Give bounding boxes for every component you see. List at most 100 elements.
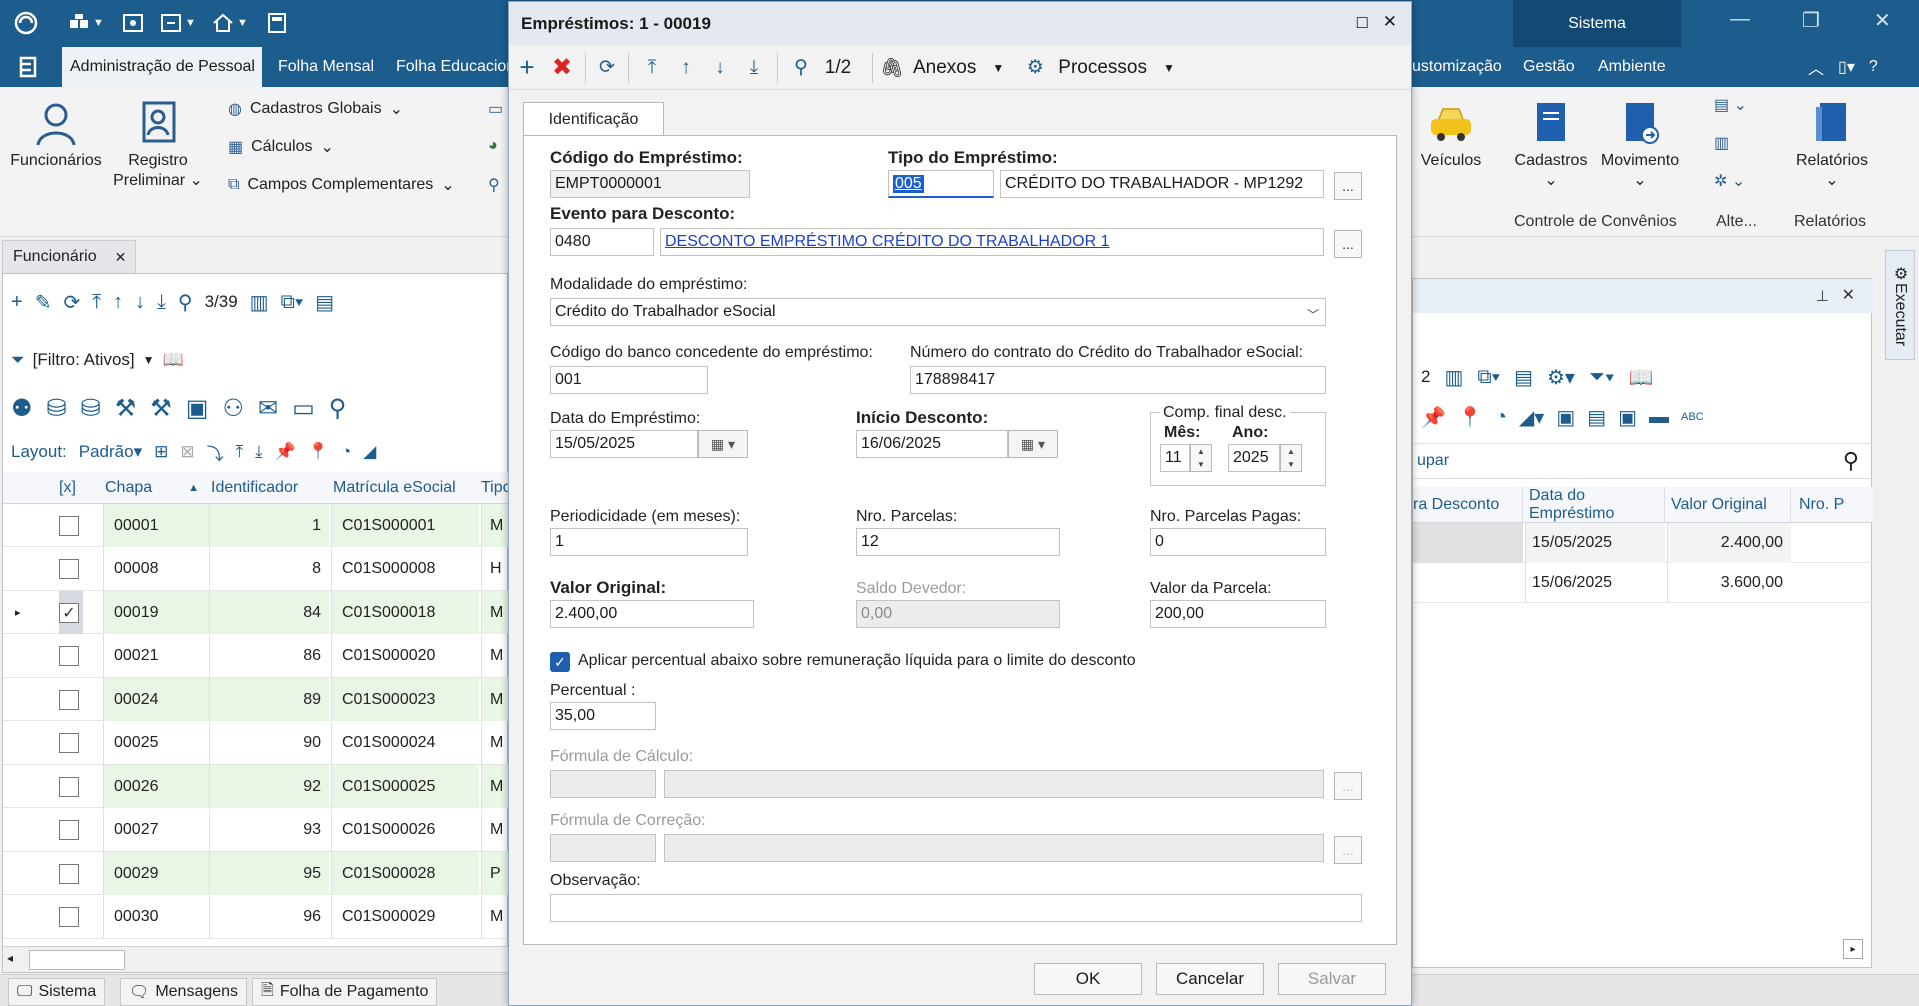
- checkbox[interactable]: [59, 515, 79, 536]
- observacao-field[interactable]: [550, 894, 1362, 922]
- gear-icon[interactable]: ⚙▾: [1547, 365, 1575, 390]
- checkbox[interactable]: [59, 733, 79, 753]
- envelope-icon[interactable]: ✉: [258, 394, 278, 423]
- checkbox[interactable]: [59, 776, 79, 797]
- pin-panel-icon[interactable]: ⊥: [1816, 287, 1829, 305]
- checkbox[interactable]: [59, 559, 79, 579]
- table-row[interactable]: 00025 90 C01S000024 M: [3, 721, 509, 765]
- person-arrow-icon[interactable]: ⚲: [329, 394, 347, 423]
- close-icon[interactable]: ✕: [1874, 8, 1891, 33]
- nro-parcelas-field[interactable]: 12: [856, 528, 1060, 556]
- ano-field[interactable]: 2025: [1228, 444, 1280, 472]
- codigo-emprestimo-field[interactable]: EMPT0000001: [550, 170, 750, 198]
- tab-funcionario[interactable]: Funcionário ✕: [2, 240, 136, 273]
- checkbox[interactable]: [59, 820, 79, 840]
- header-matricula[interactable]: Matrícula eSocial: [333, 472, 456, 504]
- row-checkbox[interactable]: [59, 548, 83, 591]
- search-icon[interactable]: ⚲: [1843, 448, 1859, 474]
- layout-bottom-icon[interactable]: ▣: [1556, 405, 1575, 430]
- campos-complementares-button[interactable]: ⧉ Campos Complementares ⌄: [228, 175, 455, 195]
- home-icon[interactable]: ▼: [212, 10, 248, 36]
- evento-desconto-desc-link[interactable]: DESCONTO EMPRÉSTIMO CRÉDITO DO TRABALHAD…: [660, 228, 1324, 256]
- columns-icon[interactable]: ▥: [1444, 365, 1463, 390]
- table-row[interactable]: ▸ ✓ 00019 84 C01S000018 M: [3, 591, 509, 634]
- calculator-icon[interactable]: [266, 10, 288, 36]
- registro-preliminar-button[interactable]: Registro Preliminar ⌄: [112, 101, 204, 190]
- header-tipo[interactable]: Tipo: [481, 472, 512, 504]
- upload-icon[interactable]: ⤒: [236, 442, 244, 462]
- banco-field[interactable]: 001: [550, 366, 708, 394]
- first-record-icon[interactable]: ⤒: [635, 46, 669, 90]
- refresh-icon[interactable]: ⟳: [592, 46, 622, 90]
- funcionarios-button[interactable]: Funcionários: [10, 101, 102, 170]
- filter-icon[interactable]: ⏷: [11, 350, 25, 370]
- checkbox[interactable]: [59, 646, 79, 666]
- mes-field[interactable]: 11: [1160, 444, 1190, 472]
- export-icon[interactable]: ⧉▾: [281, 291, 304, 314]
- tools-2-icon[interactable]: ⚒: [150, 394, 172, 423]
- window-quick-icon[interactable]: ▼: [160, 10, 196, 36]
- row-checkbox[interactable]: [59, 852, 83, 895]
- export-icon[interactable]: ⧉▾: [1477, 366, 1500, 389]
- table-row[interactable]: 00030 96 C01S000029 M: [3, 895, 509, 939]
- save-button[interactable]: Salvar: [1278, 963, 1386, 995]
- first-record-icon[interactable]: ⤒: [92, 291, 101, 314]
- status-tab-folha[interactable]: 🗎 Folha de Pagamento: [252, 978, 438, 1006]
- layout-top-icon[interactable]: ▣: [1618, 405, 1637, 430]
- scroll-right-icon[interactable]: ▸: [1843, 939, 1863, 959]
- status-tab-sistema[interactable]: 🖵 Sistema: [8, 978, 106, 1006]
- row-checkbox[interactable]: ✓: [59, 591, 83, 634]
- cadastros-button[interactable]: Cadastros ⌄: [1510, 101, 1592, 190]
- document-check-icon[interactable]: ▣: [186, 394, 209, 423]
- book-icon[interactable]: 📖: [163, 350, 184, 370]
- tab-ambiente[interactable]: Ambiente: [1598, 47, 1666, 87]
- checkbox[interactable]: ✓: [59, 602, 79, 623]
- header-data-emprestimo[interactable]: Data do Empréstimo: [1525, 487, 1665, 523]
- import-icon[interactable]: ⤵: [207, 440, 224, 465]
- book-icon[interactable]: 📖: [1629, 365, 1654, 390]
- columns-icon[interactable]: ▥: [250, 290, 269, 315]
- table-row[interactable]: 00008 8 C01S000008 H: [3, 547, 509, 591]
- search-icon[interactable]: ⚲: [178, 290, 193, 315]
- veiculos-button[interactable]: Veículos: [1416, 101, 1486, 170]
- person-remove-icon[interactable]: ⚉: [11, 394, 33, 423]
- layout-icon[interactable]: ▯▾: [1838, 57, 1855, 77]
- tab-administracao-pessoal[interactable]: Administração de Pessoal: [62, 47, 262, 87]
- refresh-icon[interactable]: ⟳: [63, 290, 80, 315]
- restore-icon[interactable]: ❐: [1802, 8, 1820, 33]
- maximize-icon[interactable]: ☐: [1356, 14, 1369, 32]
- table-row[interactable]: 15/06/2025 3.600,00: [1413, 563, 1873, 603]
- partial-ribbon-icon-3[interactable]: ⚲: [488, 175, 500, 195]
- contrato-field[interactable]: 178898417: [910, 366, 1326, 394]
- ribbon-options[interactable]: ︿ ▯▾ ?: [1808, 47, 1878, 87]
- table-row[interactable]: 00024 89 C01S000023 M: [3, 678, 509, 721]
- header-nro-parcelas[interactable]: Nro. P: [1795, 487, 1844, 523]
- add-icon[interactable]: +: [509, 46, 545, 90]
- table-row[interactable]: 00029 95 C01S000028 P: [3, 852, 509, 895]
- shapes-icon[interactable]: ◔: [341, 442, 351, 462]
- group-bar[interactable]: upar ⚲: [1413, 443, 1873, 479]
- relatorios-button[interactable]: Relatórios ⌄: [1784, 101, 1880, 190]
- horizontal-scrollbar[interactable]: ◂: [3, 946, 509, 972]
- row-checkbox[interactable]: [59, 765, 83, 808]
- collapse-ribbon-icon[interactable]: ︿: [1808, 55, 1824, 79]
- app-menu-icon[interactable]: [18, 47, 38, 87]
- row-checkbox[interactable]: [59, 722, 83, 765]
- calculos-button[interactable]: ▦ Cálculos ⌄: [228, 137, 334, 157]
- status-tab-mensagens[interactable]: 🗨 Mensagens: [120, 978, 248, 1006]
- card-icon[interactable]: ▭: [292, 394, 315, 423]
- evento-desconto-lookup-button[interactable]: ...: [1334, 230, 1362, 258]
- previous-record-icon[interactable]: ↑: [113, 291, 123, 314]
- search-icon[interactable]: ⚲: [784, 46, 818, 90]
- remove-row-icon[interactable]: ⊠: [180, 442, 194, 462]
- row-checkbox[interactable]: [59, 635, 83, 678]
- header-identificador[interactable]: Identificador: [211, 472, 298, 504]
- close-tab-icon[interactable]: ✕: [115, 249, 127, 266]
- checkbox[interactable]: [59, 907, 79, 927]
- last-record-icon[interactable]: ⤓: [737, 46, 771, 90]
- header-regra-desconto[interactable]: ra Desconto: [1413, 487, 1523, 523]
- partial-ribbon-icon-1[interactable]: ▭: [488, 99, 503, 119]
- header-select[interactable]: [x]: [59, 472, 76, 504]
- row-checkbox[interactable]: [59, 896, 83, 939]
- alte-icon-1[interactable]: ▤ ⌄: [1714, 95, 1747, 115]
